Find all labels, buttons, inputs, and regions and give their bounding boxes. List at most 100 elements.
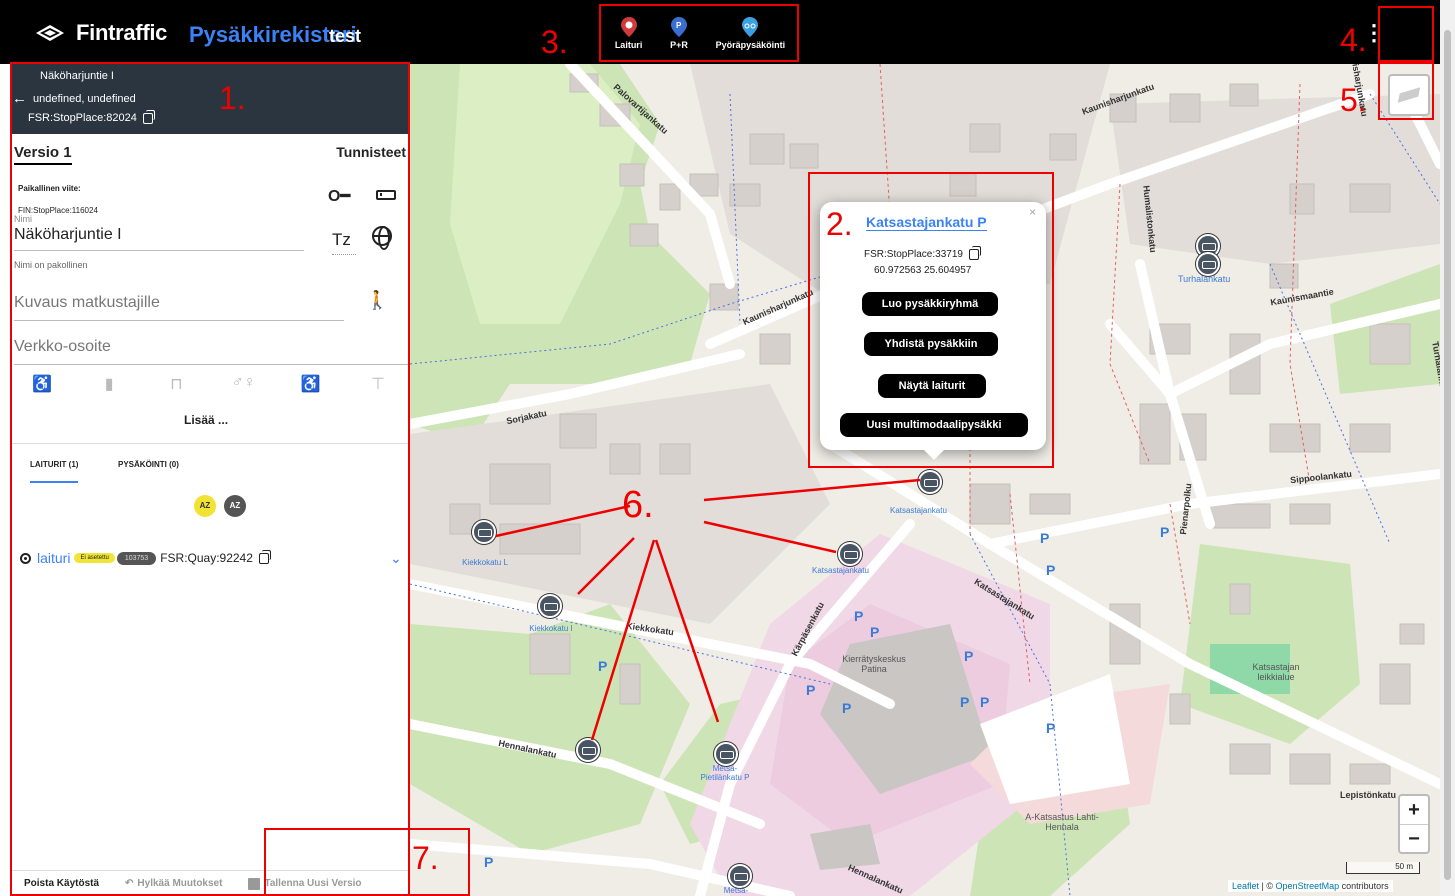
tab-quays[interactable]: LAITURIT (1) (30, 460, 79, 483)
sort-az-badge[interactable]: AZ (194, 495, 216, 517)
close-icon[interactable]: × (1029, 205, 1036, 219)
bus-stop-marker[interactable] (1196, 252, 1220, 276)
attribution-contributors: contributors (1341, 881, 1389, 891)
map-attribution: Leaflet | © OpenStreetMap contributors (1228, 880, 1393, 892)
sort-az-badge[interactable]: AZ (224, 495, 246, 517)
undo-label: Hylkää Muutokset (137, 878, 223, 889)
name-field-label: Nimi (14, 214, 32, 224)
parking-label: P (870, 624, 880, 640)
bus-stop-label: Katsastajankatu (890, 506, 947, 515)
tab-parking[interactable]: PYSÄKÖINTI (0) (118, 460, 179, 469)
attribution-separator: | © (1261, 881, 1274, 891)
bus-stop-marker[interactable] (472, 520, 496, 544)
brand-name: Fintraffic (76, 20, 168, 45)
quay-pin-icon (620, 17, 637, 37)
toilet-icon[interactable]: ♂♀ (232, 374, 256, 394)
save-new-version-button[interactable]: Tallenna Uusi Versio (248, 877, 362, 890)
shelter-icon[interactable]: ⊓ (164, 374, 188, 394)
merge-stop-button[interactable]: Yhdistä pysäkkiin (864, 332, 998, 356)
stop-place-header: Näköharjuntie I ← undefined, undefined F… (10, 62, 409, 134)
popup-title-link[interactable]: Katsastajankatu P (866, 214, 987, 231)
annotation-label-7: 7. (412, 840, 439, 876)
key-icon[interactable]: O━ (328, 186, 350, 206)
waiting-room-icon[interactable]: ♿ (299, 374, 323, 394)
identifiers-button[interactable]: Tunnisteet (336, 144, 406, 165)
back-text: undefined, undefined (33, 92, 136, 105)
version-label[interactable]: Versio 1 (14, 144, 72, 165)
parking-label: P (964, 648, 974, 664)
bus-stop-marker[interactable] (728, 864, 752, 888)
popup-stop-id-text: FSR:StopPlace:33719 (864, 249, 963, 260)
quay-id-text: FSR:Quay:92242 (160, 551, 253, 565)
add-more-button[interactable]: Lisää ... (184, 413, 228, 427)
ticket-machine-icon[interactable]: ▮ (97, 374, 121, 394)
bus-stop-marker[interactable] (576, 738, 600, 762)
globe-icon[interactable] (372, 226, 392, 250)
create-stop-group-button[interactable]: Luo pysäkkiryhmä (862, 292, 998, 316)
copy-icon[interactable] (968, 246, 981, 260)
accessibility-walk-icon[interactable]: 🚶 (366, 290, 388, 311)
new-park-and-ride-button[interactable]: P P+R (670, 16, 688, 50)
osm-link[interactable]: OpenStreetMap (1276, 881, 1340, 891)
parking-label: P (1046, 562, 1056, 578)
fintraffic-logo-icon (36, 25, 64, 41)
annotation-label-5: 5. (1340, 82, 1367, 118)
sort-badges: AZ AZ (194, 495, 246, 517)
version-row: Versio 1 Tunnisteet (14, 144, 406, 165)
copy-icon[interactable] (142, 109, 155, 124)
parking-label: P (806, 682, 816, 698)
new-quay-button[interactable]: Laituri (614, 16, 643, 50)
new-stop-toolbar: Laituri P P+R Pyöräpysäköinti (601, 4, 799, 62)
popup-coordinates: 60.972563 25.604957 (874, 265, 972, 276)
back-button[interactable]: ← undefined, undefined (12, 90, 136, 107)
page-scrollbar[interactable] (1440, 0, 1455, 896)
quay-name-link[interactable]: laituri (37, 550, 70, 566)
bus-stop-marker[interactable] (838, 542, 862, 566)
locate-icon[interactable] (20, 552, 31, 564)
bus-stop-marker[interactable] (538, 594, 562, 618)
bus-stop-marker[interactable] (714, 742, 738, 766)
layers-button[interactable] (1388, 74, 1430, 116)
annotation-label-6: 6. (622, 484, 654, 526)
deactivate-button[interactable]: Poista Käytöstä (24, 878, 99, 889)
url-input[interactable]: Verkko-osoite (14, 338, 409, 365)
description-input[interactable]: Kuvaus matkustajille (14, 294, 344, 321)
name-input[interactable]: Näköharjuntie I (14, 226, 304, 251)
facility-icons: ♿ ▮ ⊓ ♂♀ ♿ ⊤ (30, 374, 390, 394)
parking-label: P (484, 854, 494, 870)
sign-icon[interactable]: ⊤ (366, 374, 390, 394)
bus-icon[interactable] (376, 190, 396, 200)
zoom-control: + − (1398, 794, 1430, 854)
scale-bar: 50 m (1346, 862, 1420, 874)
annotation-label-2: 2. (826, 206, 853, 242)
save-icon (248, 877, 261, 890)
header-stop-id: FSR:StopPlace:82024 (28, 109, 155, 124)
undo-changes-button[interactable]: ↶ Hylkää Muutokset (125, 878, 222, 889)
parking-label: P (960, 694, 970, 710)
editor-footer: Poista Käytöstä ↶ Hylkää Muutokset Talle… (10, 870, 409, 896)
quay-public-code-badge: Ei asetettu (74, 553, 115, 563)
stop-place-editor-panel: Näköharjuntie I ← undefined, undefined F… (10, 62, 410, 896)
leaflet-link[interactable]: Leaflet (1232, 881, 1259, 891)
zoom-in-button[interactable]: + (1400, 796, 1428, 824)
wheelchair-icon[interactable]: ♿ (30, 374, 54, 394)
new-multimodal-stop-button[interactable]: Uusi multimodaalipysäkki (840, 413, 1028, 437)
undo-icon: ↶ (125, 878, 134, 889)
popup-stop-id: FSR:StopPlace:33719 (864, 246, 981, 260)
zoom-out-button[interactable]: − (1400, 824, 1428, 852)
save-label: Tallenna Uusi Versio (264, 878, 362, 889)
chevron-down-icon[interactable]: ⌄ (390, 550, 402, 567)
new-quay-label: Laituri (614, 40, 643, 50)
back-arrow-icon: ← (12, 90, 27, 107)
map[interactable]: Palovartijankatu Kaunisharjunkatu Kaunis… (410, 64, 1440, 896)
new-bike-parking-button[interactable]: Pyöräpysäköinti (716, 16, 785, 50)
road-label: Lepistönkatu (1340, 790, 1397, 800)
new-park-and-ride-label: P+R (670, 40, 688, 50)
copy-icon[interactable] (258, 549, 271, 564)
timezone-button[interactable]: Tz (332, 230, 356, 255)
quay-list-item[interactable]: laituri Ei asetettu 103753 FSR:Quay:9224… (10, 546, 409, 570)
scrollbar-thumb[interactable] (1444, 30, 1451, 880)
show-quays-button[interactable]: Näytä laiturit (878, 374, 986, 398)
brand: Fintraffic (34, 20, 167, 46)
bus-stop-marker[interactable] (918, 470, 942, 494)
